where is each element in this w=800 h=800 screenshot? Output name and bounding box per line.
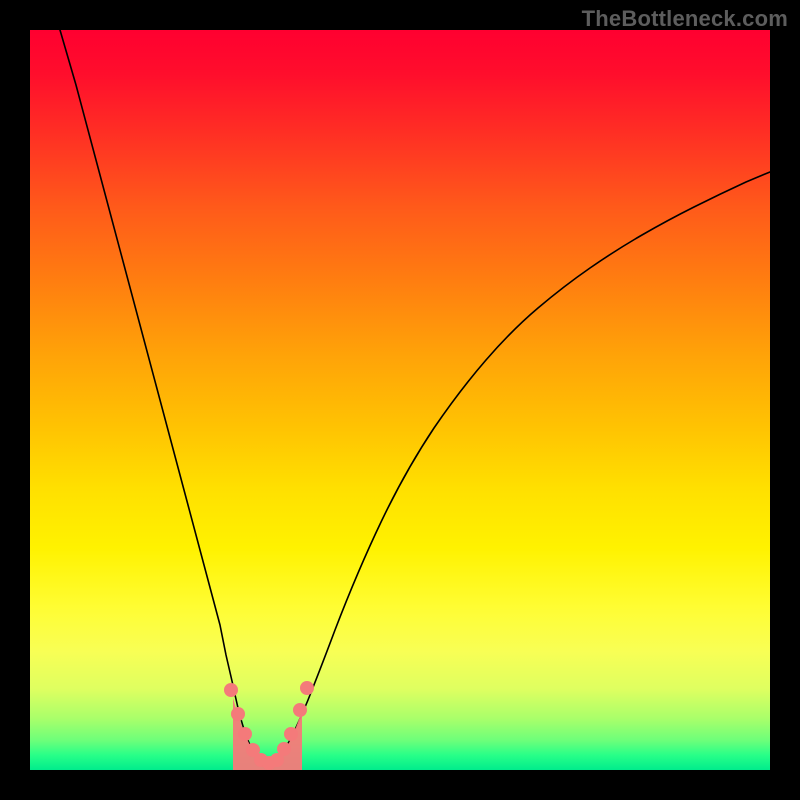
marker-dot	[300, 681, 314, 695]
marker-dot	[231, 707, 245, 721]
marker-dot	[293, 703, 307, 717]
attribution-text: TheBottleneck.com	[582, 6, 788, 32]
chart-frame: TheBottleneck.com	[0, 0, 800, 800]
marker-dot	[284, 727, 298, 741]
curve-layer	[30, 30, 770, 770]
marker-dot	[238, 727, 252, 741]
bottleneck-curve	[60, 30, 770, 763]
marker-dot	[224, 683, 238, 697]
plot-area	[30, 30, 770, 770]
marker-dot	[277, 742, 291, 756]
